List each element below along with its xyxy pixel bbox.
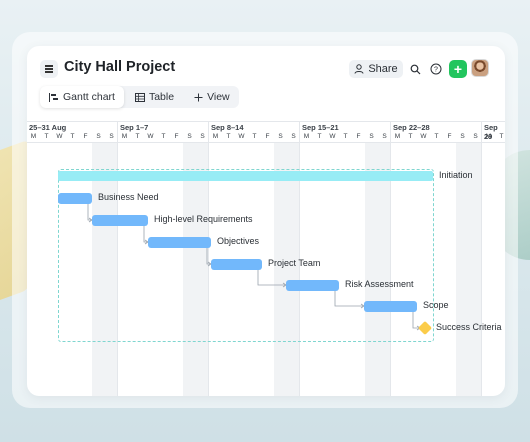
search-icon bbox=[410, 64, 420, 74]
day-label: S bbox=[109, 133, 114, 140]
task-bar[interactable] bbox=[364, 301, 417, 312]
help-button[interactable]: ? bbox=[427, 60, 445, 78]
day-label: S bbox=[96, 133, 101, 140]
plus-icon: + bbox=[453, 61, 463, 77]
tab-label: Table bbox=[148, 91, 175, 103]
week-divider bbox=[117, 122, 118, 144]
week-divider bbox=[481, 122, 482, 144]
plus-icon bbox=[194, 93, 203, 101]
day-label: T bbox=[44, 133, 49, 140]
share-label: Share bbox=[368, 63, 398, 75]
svg-text:?: ? bbox=[434, 67, 438, 74]
day-label: M bbox=[121, 133, 128, 140]
week-divider bbox=[299, 122, 300, 144]
day-label: F bbox=[174, 133, 179, 140]
day-label: F bbox=[83, 133, 88, 140]
day-label: S bbox=[382, 133, 387, 140]
avatar[interactable] bbox=[471, 59, 489, 77]
day-label: S bbox=[291, 133, 296, 140]
task-bar[interactable] bbox=[58, 193, 92, 204]
day-label: F bbox=[447, 133, 452, 140]
day-label: S bbox=[278, 133, 283, 140]
tab-add-view[interactable]: View bbox=[185, 86, 239, 108]
day-label: S bbox=[369, 133, 374, 140]
task-label: Success Criteria bbox=[436, 322, 502, 332]
day-label: F bbox=[356, 133, 361, 140]
menu-icon bbox=[45, 68, 53, 70]
day-label: W bbox=[56, 133, 63, 140]
header: City Hall Project Share ? + Gantt chart … bbox=[27, 46, 505, 120]
task-bar[interactable] bbox=[92, 215, 148, 226]
task-label: Objectives bbox=[217, 236, 260, 246]
menu-button[interactable] bbox=[40, 60, 58, 78]
day-label: W bbox=[238, 133, 245, 140]
help-icon: ? bbox=[430, 63, 442, 75]
day-label: S bbox=[460, 133, 465, 140]
day-label: S bbox=[473, 133, 478, 140]
week-label: Sep 22–28 bbox=[393, 123, 430, 132]
week-divider bbox=[208, 122, 209, 144]
day-label: T bbox=[252, 133, 257, 140]
search-button[interactable] bbox=[406, 60, 424, 78]
page-title: City Hall Project bbox=[64, 59, 176, 75]
day-label: W bbox=[147, 133, 154, 140]
weekend-shade bbox=[456, 143, 482, 396]
week-label: Sep 8–14 bbox=[211, 123, 244, 132]
day-label: W bbox=[329, 133, 336, 140]
day-label: M bbox=[303, 133, 310, 140]
week-divider bbox=[390, 122, 391, 144]
day-label: T bbox=[161, 133, 166, 140]
week-label: Sep 1–7 bbox=[120, 123, 149, 132]
task-bar[interactable] bbox=[148, 237, 211, 248]
task-bar[interactable] bbox=[211, 259, 262, 270]
day-label: W bbox=[420, 133, 427, 140]
day-label: T bbox=[70, 133, 75, 140]
day-label: M bbox=[485, 133, 492, 140]
view-tabs: Gantt chart Table View bbox=[40, 86, 239, 108]
table-icon bbox=[134, 92, 145, 102]
day-label: T bbox=[499, 133, 504, 140]
tab-label: Gantt chart bbox=[63, 91, 115, 103]
task-bar[interactable] bbox=[286, 280, 339, 291]
day-label: T bbox=[226, 133, 231, 140]
tab-gantt-chart[interactable]: Gantt chart bbox=[40, 86, 124, 108]
summary-bar[interactable] bbox=[58, 171, 433, 181]
tab-table[interactable]: Table bbox=[126, 86, 183, 108]
day-label: F bbox=[265, 133, 270, 140]
day-label: S bbox=[187, 133, 192, 140]
task-label: High-level Requirements bbox=[154, 214, 253, 224]
share-button[interactable]: Share bbox=[349, 60, 403, 78]
task-label: Business Need bbox=[98, 192, 159, 202]
gantt-icon bbox=[49, 92, 58, 102]
task-label: Project Team bbox=[268, 258, 321, 268]
day-label: T bbox=[135, 133, 140, 140]
add-button[interactable]: + bbox=[449, 60, 467, 78]
day-label: S bbox=[200, 133, 205, 140]
timeline-header: 25–31 Aug M T W T F S S Sep 1–7 M T W T F S S Sep 8–14 M T… bbox=[27, 121, 505, 144]
day-label: M bbox=[30, 133, 37, 140]
task-label: Scope bbox=[423, 300, 449, 310]
day-label: T bbox=[434, 133, 439, 140]
week-divider bbox=[481, 143, 482, 396]
week-label: Sep 15–21 bbox=[302, 123, 339, 132]
gantt-card: City Hall Project Share ? + Gantt chart … bbox=[27, 46, 505, 396]
users-icon bbox=[354, 64, 364, 74]
day-label: T bbox=[343, 133, 348, 140]
day-label: T bbox=[408, 133, 413, 140]
task-label: Initiation bbox=[439, 170, 473, 180]
day-label: M bbox=[212, 133, 219, 140]
day-label: M bbox=[394, 133, 401, 140]
week-label: 25–31 Aug bbox=[29, 123, 67, 132]
task-label: Risk Assessment bbox=[345, 279, 414, 289]
tab-label: View bbox=[207, 91, 230, 103]
day-label: T bbox=[317, 133, 322, 140]
